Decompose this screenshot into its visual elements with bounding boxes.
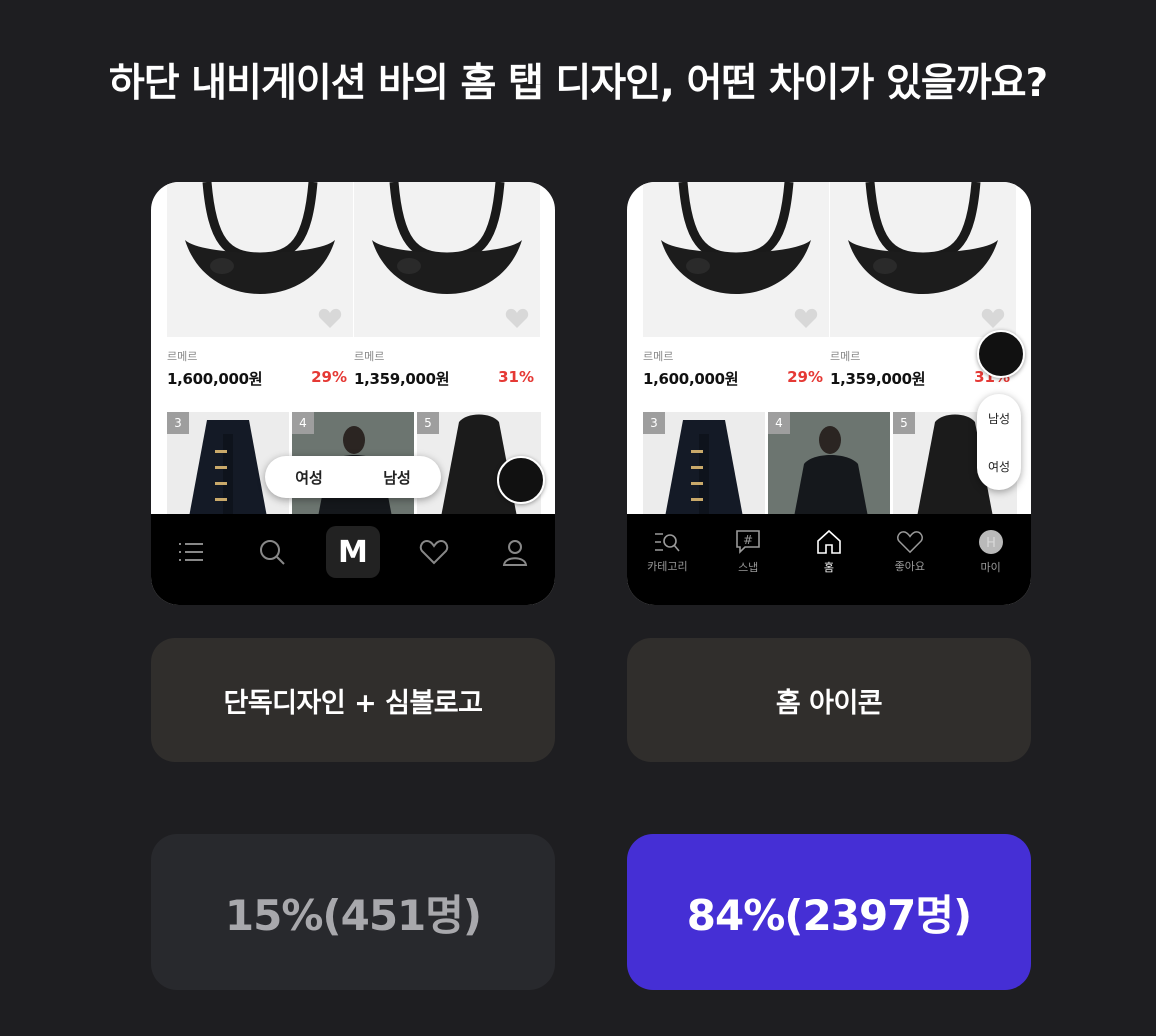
gender-toggle: 남성 여성 — [977, 394, 1021, 490]
m-logo-icon: M — [325, 526, 380, 578]
product-brand: 르메르 — [643, 350, 674, 363]
toggle-men[interactable]: 남성 — [988, 410, 1010, 427]
nav-like[interactable]: 좋아요 — [875, 524, 945, 580]
nav-category[interactable]: 카테고리 — [632, 524, 702, 580]
category-icon — [655, 533, 681, 552]
option-a-label[interactable]: 단독디자인 + 심볼로고 — [151, 638, 555, 762]
product-discount: 29% — [311, 368, 347, 386]
heart-icon[interactable] — [317, 307, 343, 329]
product-card[interactable]: 르메르 1,359,000원 31% — [354, 182, 540, 388]
product-price: 1,600,000원 — [167, 370, 263, 388]
product-card[interactable]: 르메르 1,359,000원 31% — [830, 182, 1016, 388]
survey-title: 하단 내비게이션 바의 홈 탭 디자인, 어떤 차이가 있을까요? — [108, 61, 1048, 106]
product-price: 1,600,000원 — [643, 370, 739, 388]
recent-item-thumbnail[interactable] — [497, 456, 545, 504]
nav-home[interactable]: 홈 — [794, 524, 864, 580]
nav-label: 카테고리 — [647, 560, 688, 573]
phone-mockup-option-a: 르메르 1,600,000원 29% 르메르 1,359,000원 31% 3 … — [151, 182, 555, 605]
product-card[interactable]: 르메르 1,600,000원 29% — [643, 182, 829, 388]
rank-badge: 3 — [643, 412, 665, 434]
option-b-label[interactable]: 홈 아이콘 — [627, 638, 1031, 762]
nav-like[interactable] — [399, 524, 469, 580]
nav-my[interactable]: H 마이 — [956, 524, 1026, 580]
heart-icon[interactable] — [504, 307, 530, 329]
nav-home[interactable]: M — [318, 524, 388, 580]
toggle-men[interactable]: 남성 — [383, 467, 411, 488]
nav-my[interactable] — [480, 524, 550, 580]
option-a-result: 15%(451명) — [151, 834, 555, 990]
snap-icon: # — [736, 530, 760, 554]
person-icon — [502, 540, 527, 566]
nav-label: 스냅 — [738, 561, 759, 574]
nav-label: 홈 — [823, 561, 835, 574]
option-b-result: 84%(2397명) — [627, 834, 1031, 990]
nav-label: 마이 — [980, 561, 1001, 574]
recent-item-thumbnail[interactable] — [977, 330, 1025, 378]
bag-image — [354, 182, 540, 337]
toggle-women[interactable]: 여성 — [295, 467, 323, 488]
rank-badge: 5 — [893, 412, 915, 434]
product-price: 1,359,000원 — [830, 370, 926, 388]
avatar-icon: H — [978, 530, 1003, 554]
bottom-nav-bar: 카테고리 # 스냅 홈 좋아요 H 마이 — [627, 514, 1031, 605]
product-discount: 31% — [498, 368, 534, 386]
nav-menu[interactable] — [156, 524, 226, 580]
product-price: 1,359,000원 — [354, 370, 450, 388]
svg-text:#: # — [743, 533, 753, 547]
nav-label: 좋아요 — [894, 560, 925, 573]
heart-icon — [896, 531, 923, 554]
product-card[interactable]: 르메르 1,600,000원 29% — [167, 182, 353, 388]
heart-icon[interactable] — [793, 307, 819, 329]
bag-image — [643, 182, 829, 337]
rank-badge: 3 — [167, 412, 189, 434]
bag-image — [830, 182, 1016, 337]
rank-badge: 4 — [292, 412, 314, 434]
bottom-nav-bar: M — [151, 514, 555, 605]
svg-text:H: H — [986, 536, 996, 551]
phone-mockup-option-b: 르메르 1,600,000원 29% 르메르 1,359,000원 31% 3 … — [627, 182, 1031, 605]
rank-badge: 5 — [417, 412, 439, 434]
heart-icon — [419, 539, 448, 565]
ranking-row: 3 4 5 — [627, 412, 1031, 517]
menu-icon — [179, 543, 204, 561]
product-discount: 29% — [787, 368, 823, 386]
bag-image — [167, 182, 353, 337]
product-brand: 르메르 — [167, 350, 198, 363]
rank-badge: 4 — [768, 412, 790, 434]
heart-icon[interactable] — [980, 307, 1006, 329]
product-brand: 르메르 — [830, 350, 861, 363]
home-icon — [817, 529, 841, 554]
search-icon — [260, 540, 285, 565]
product-brand: 르메르 — [354, 350, 385, 363]
nav-snap[interactable]: # 스냅 — [713, 524, 783, 580]
gender-toggle: 여성 남성 — [265, 456, 441, 498]
toggle-women[interactable]: 여성 — [988, 458, 1010, 475]
nav-search[interactable] — [237, 524, 307, 580]
